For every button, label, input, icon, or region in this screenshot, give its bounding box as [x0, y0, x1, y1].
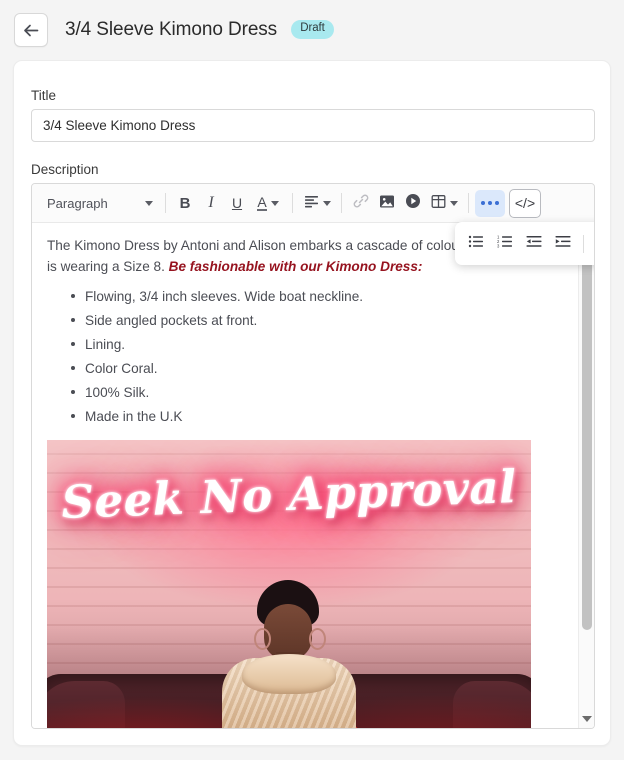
promo-text: Be fashionable with our Kimono Dress:	[168, 259, 423, 274]
block-format-select[interactable]: Paragraph	[39, 190, 159, 217]
more-options-button[interactable]	[475, 189, 505, 217]
chevron-down-icon	[582, 716, 592, 722]
align-button[interactable]	[299, 190, 335, 217]
bulleted-list-button[interactable]	[463, 231, 489, 257]
page-title: 3/4 Sleeve Kimono Dress Draft	[65, 19, 334, 41]
italic-button[interactable]: I	[198, 190, 224, 217]
model-earring-right	[309, 628, 326, 650]
back-button[interactable]	[14, 13, 48, 47]
chevron-down-icon	[145, 200, 153, 206]
model-figure	[184, 580, 394, 728]
page-header: 3/4 Sleeve Kimono Dress Draft	[0, 0, 624, 60]
indent-button[interactable]	[550, 231, 576, 257]
outdent-icon	[526, 235, 542, 252]
align-left-icon	[304, 195, 319, 212]
bold-button[interactable]: B	[172, 190, 198, 217]
clear-formatting-button[interactable]	[591, 231, 594, 257]
source-code-button[interactable]: </>	[509, 188, 541, 218]
bold-icon: B	[179, 194, 191, 212]
video-play-icon	[405, 193, 421, 213]
list-item: Lining.	[71, 335, 564, 354]
insert-table-button[interactable]	[426, 190, 462, 217]
link-icon	[353, 193, 369, 213]
text-color-icon: A	[257, 193, 267, 212]
title-label: Title	[31, 88, 57, 103]
feature-list: Flowing, 3/4 inch sleeves. Wide boat nec…	[47, 287, 564, 426]
product-photo[interactable]: Seek No Approval	[47, 440, 531, 728]
indent-icon	[555, 235, 571, 252]
scrollbar-thumb[interactable]	[582, 230, 592, 630]
bulleted-list-icon	[468, 235, 484, 252]
table-icon	[431, 194, 446, 213]
text-color-button[interactable]: A	[250, 190, 286, 217]
toolbar-divider	[341, 193, 342, 213]
description-editor: Paragraph B I U A </> 1 2 3 The Kimono D…	[31, 183, 595, 729]
numbered-list-button[interactable]: 1 2 3	[492, 231, 518, 257]
link-button[interactable]	[348, 190, 374, 217]
outdent-button[interactable]	[521, 231, 547, 257]
page-title-text: 3/4 Sleeve Kimono Dress	[65, 19, 278, 40]
editor-toolbar: Paragraph B I U A </>	[32, 184, 594, 223]
insert-video-button[interactable]	[400, 190, 426, 217]
editor-scrollbar[interactable]	[578, 223, 594, 728]
chevron-down-icon	[270, 200, 279, 206]
list-item: Made in the U.K	[71, 407, 564, 426]
block-format-label: Paragraph	[47, 195, 108, 211]
underline-icon: U	[231, 195, 243, 211]
arrow-left-icon	[23, 23, 40, 38]
status-badge: Draft	[291, 20, 334, 39]
list-item: Side angled pockets at front.	[71, 311, 564, 330]
chevron-down-icon	[449, 200, 458, 206]
code-icon: </>	[514, 195, 536, 211]
model-earring-left	[254, 628, 271, 650]
product-form-card: Title Description Paragraph B I U A	[13, 60, 611, 746]
list-item: Color Coral.	[71, 359, 564, 378]
toolbar-divider	[468, 193, 469, 213]
editor-content-area[interactable]: The Kimono Dress by Antoni and Alison em…	[32, 223, 594, 728]
scrollbar-down-button[interactable]	[579, 710, 594, 728]
menu-divider	[583, 234, 584, 253]
image-icon	[379, 194, 395, 213]
chevron-down-icon	[322, 200, 331, 206]
underline-button[interactable]: U	[224, 190, 250, 217]
more-options-menu: 1 2 3	[455, 222, 594, 265]
description-label: Description	[31, 162, 99, 177]
insert-image-button[interactable]	[374, 190, 400, 217]
title-input[interactable]	[31, 109, 595, 142]
numbered-list-icon: 1 2 3	[497, 234, 513, 252]
ellipsis-icon	[481, 201, 499, 205]
list-item: 100% Silk.	[71, 383, 564, 402]
svg-text:3: 3	[497, 243, 500, 248]
model-fur-collar	[242, 654, 336, 694]
toolbar-divider	[165, 193, 166, 213]
italic-icon: I	[208, 194, 214, 211]
toolbar-divider	[292, 193, 293, 213]
list-item: Flowing, 3/4 inch sleeves. Wide boat nec…	[71, 287, 564, 306]
